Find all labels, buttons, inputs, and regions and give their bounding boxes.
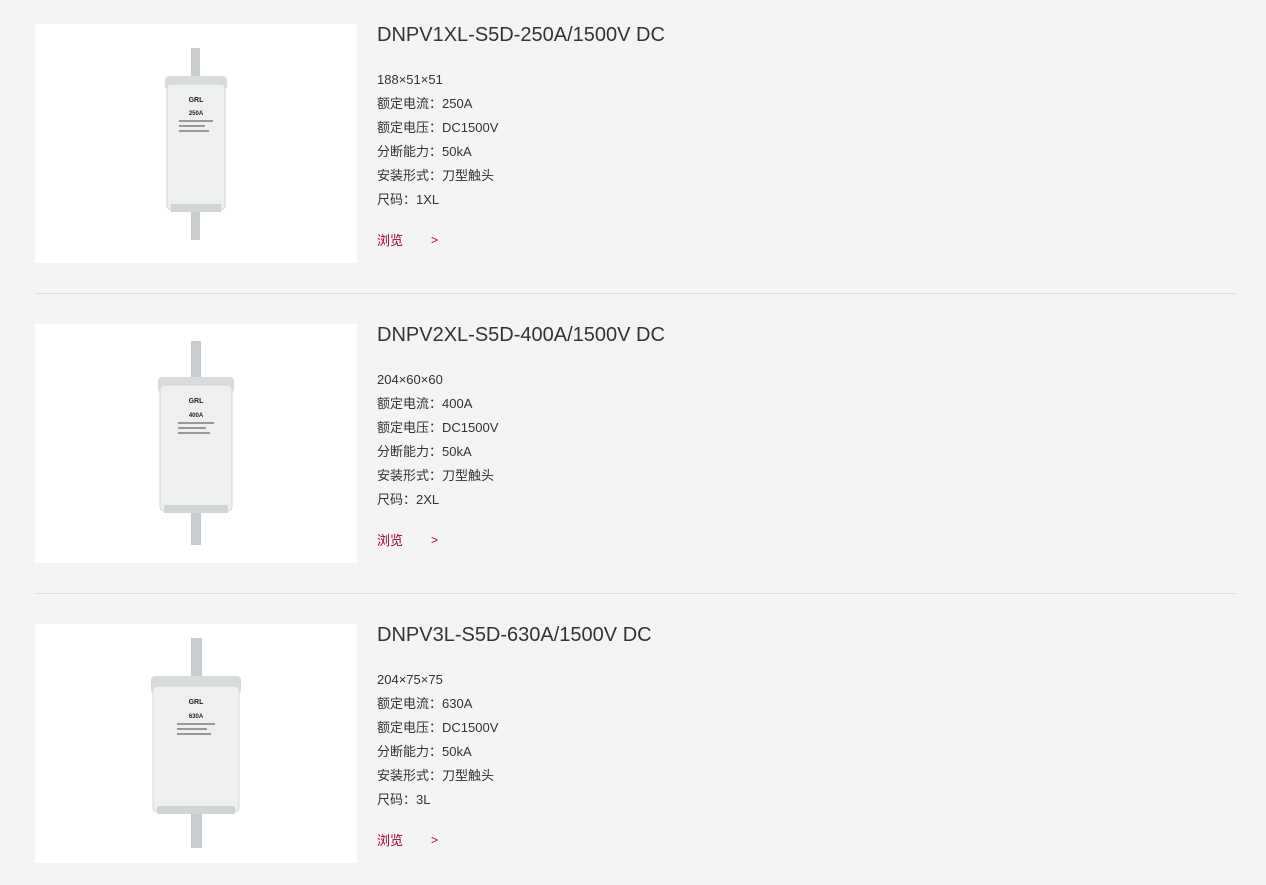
product-item: GRL 400A DNPV2XL-S5D-400A/1500V DC 204×6…: [35, 324, 1235, 563]
browse-label: 浏览: [377, 833, 404, 848]
fuse-image-icon: GRL 250A: [165, 47, 227, 240]
product-list: GRL 250A DNPV1XL-S5D-250A/1500V DC 188×5…: [35, 24, 1235, 863]
product-item: GRL 630A DNPV3L-S5D-630A/1500V DC 204×75…: [35, 624, 1235, 863]
spec-breaking-capacity: 分断能力：50kA: [377, 144, 472, 159]
fuse-image-icon: GRL 630A: [151, 638, 241, 848]
product-specs: 204×75×75 额定电流：630A 额定电压：DC1500V 分断能力：50…: [377, 668, 1177, 812]
spec-rated-current: 额定电流：250A: [377, 96, 473, 111]
svg-text:400A: 400A: [189, 413, 204, 419]
browse-link[interactable]: 浏览 >: [377, 530, 438, 549]
product-image[interactable]: GRL 630A: [35, 624, 357, 863]
spec-mounting: 安装形式：刀型触头: [377, 168, 495, 183]
fuse-image-icon: GRL 400A: [158, 340, 234, 545]
product-title[interactable]: DNPV1XL-S5D-250A/1500V DC: [377, 24, 1177, 46]
product-specs: 204×60×60 额定电流：400A 额定电压：DC1500V 分断能力：50…: [377, 368, 1177, 512]
product-specs: 188×51×51 额定电流：250A 额定电压：DC1500V 分断能力：50…: [377, 68, 1177, 212]
divider: [35, 293, 1235, 294]
spec-dimensions: 204×75×75: [377, 672, 443, 687]
spec-dimensions: 188×51×51: [377, 72, 443, 87]
browse-link[interactable]: 浏览 >: [377, 830, 438, 849]
spec-rated-voltage: 额定电压：DC1500V: [377, 720, 499, 735]
product-item: GRL 250A DNPV1XL-S5D-250A/1500V DC 188×5…: [35, 24, 1235, 263]
product-info: DNPV2XL-S5D-400A/1500V DC 204×60×60 额定电流…: [377, 324, 1177, 550]
spec-breaking-capacity: 分断能力：50kA: [377, 444, 472, 459]
spec-size: 尺码：2XL: [377, 492, 440, 507]
product-title[interactable]: DNPV2XL-S5D-400A/1500V DC: [377, 324, 1177, 346]
svg-text:GRL: GRL: [189, 97, 205, 104]
svg-text:GRL: GRL: [189, 398, 205, 405]
spec-dimensions: 204×60×60: [377, 372, 443, 387]
chevron-right-icon: >: [431, 832, 439, 847]
product-title[interactable]: DNPV3L-S5D-630A/1500V DC: [377, 624, 1177, 646]
svg-text:GRL: GRL: [189, 699, 205, 706]
divider: [35, 593, 1235, 594]
spec-rated-current: 额定电流：400A: [377, 396, 473, 411]
chevron-right-icon: >: [431, 532, 439, 547]
product-info: DNPV3L-S5D-630A/1500V DC 204×75×75 额定电流：…: [377, 624, 1177, 850]
spec-rated-voltage: 额定电压：DC1500V: [377, 120, 499, 135]
browse-label: 浏览: [377, 233, 404, 248]
spec-size: 尺码：3L: [377, 792, 431, 807]
product-image[interactable]: GRL 400A: [35, 324, 357, 563]
spec-size: 尺码：1XL: [377, 192, 440, 207]
spec-breaking-capacity: 分断能力：50kA: [377, 744, 472, 759]
browse-link[interactable]: 浏览 >: [377, 230, 438, 249]
spec-mounting: 安装形式：刀型触头: [377, 768, 495, 783]
browse-label: 浏览: [377, 533, 404, 548]
spec-rated-voltage: 额定电压：DC1500V: [377, 420, 499, 435]
product-image[interactable]: GRL 250A: [35, 24, 357, 263]
chevron-right-icon: >: [431, 232, 439, 247]
product-info: DNPV1XL-S5D-250A/1500V DC 188×51×51 额定电流…: [377, 24, 1177, 250]
spec-rated-current: 额定电流：630A: [377, 696, 473, 711]
svg-text:250A: 250A: [189, 111, 204, 117]
svg-text:630A: 630A: [189, 714, 204, 720]
spec-mounting: 安装形式：刀型触头: [377, 468, 495, 483]
